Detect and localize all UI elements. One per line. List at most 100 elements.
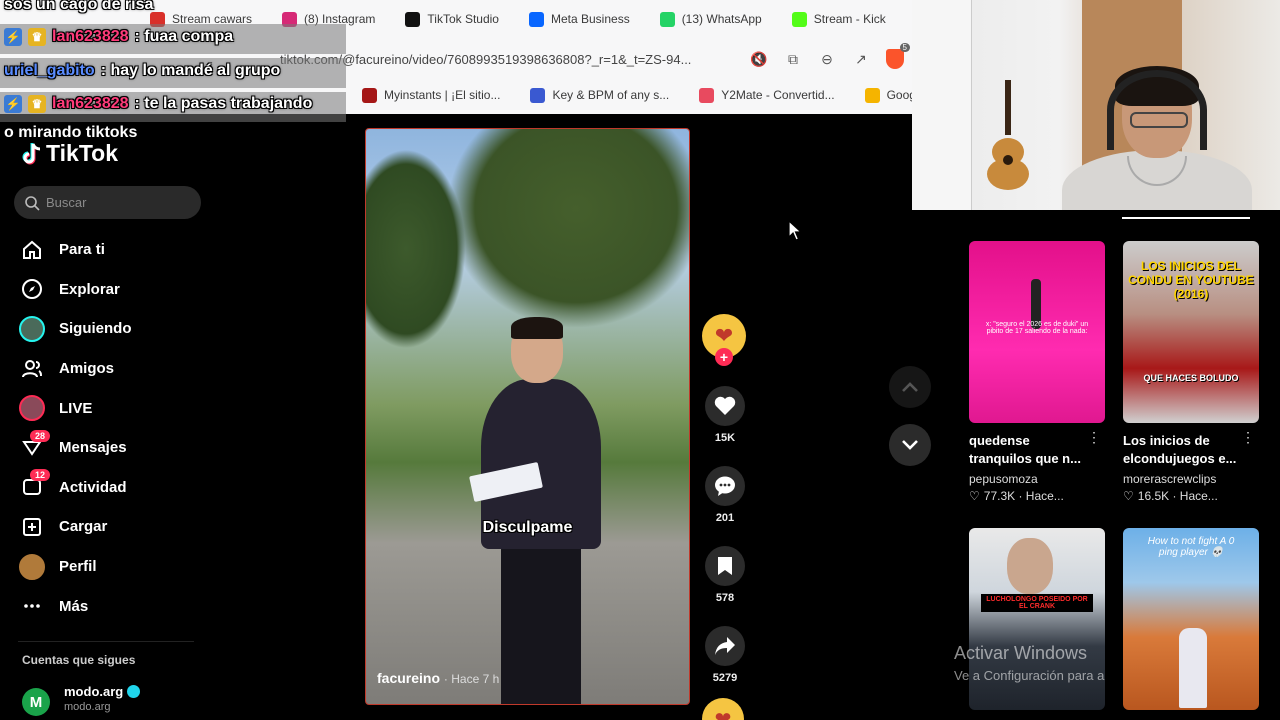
previous-video-button[interactable] [889, 366, 931, 408]
bookmark-item[interactable]: Y2Mate - Convertid... [699, 87, 835, 103]
bookmark-item[interactable]: Meta Business [528, 11, 630, 27]
bookmark-label: Meta Business [550, 12, 630, 26]
sidebar-item-cargar[interactable]: Cargar [18, 507, 198, 547]
video-caption: Disculpame [482, 519, 573, 536]
bookmark-favicon-icon [699, 87, 715, 103]
bookmark-favicon-icon [659, 11, 675, 27]
friends-icon [18, 355, 46, 383]
bookmark-item[interactable]: Google Kee [864, 87, 912, 103]
bookmark-item[interactable]: Myinstants | ¡El sitio... [362, 87, 500, 103]
sidebar-item-siguiendo[interactable]: Siguiendo [18, 309, 198, 349]
recommended-video[interactable]: LOS INICIOS DEL CONDU EN YOUTUBE (2016) … [1123, 241, 1259, 503]
webcam-fridge [912, 0, 972, 210]
comment-icon [715, 476, 735, 496]
open-external-icon[interactable]: ⧉ [776, 44, 810, 74]
account-handle: modo.arg [64, 701, 111, 713]
crown-badge-icon: ♛ [28, 95, 46, 113]
profile-avatar-icon [18, 553, 46, 581]
bookmark-favicon-icon [528, 11, 544, 27]
video-thumbnail: LOS INICIOS DEL CONDU EN YOUTUBE (2016) … [1123, 241, 1259, 423]
mute-icon[interactable]: 🔇 [742, 44, 776, 74]
notification-count-badge: 28 [30, 429, 51, 442]
url-field[interactable]: tiktok.com/@facureino/video/760899351939… [280, 52, 742, 67]
recommended-video[interactable]: How to not fight A 0 ping player 💀 [1123, 528, 1259, 710]
notification-count-badge: 12 [30, 469, 51, 482]
rec-title: quedense tranquilos que n... [969, 433, 1081, 466]
sidebar-item-label: Siguiendo [59, 320, 132, 338]
sidebar-item-label: Amigos [59, 360, 115, 378]
bookmark-label: Stream - Kick [813, 12, 886, 26]
video-player[interactable]: Disculpame facureino · Hace 7 h [365, 128, 690, 705]
rec-stats-text: 16.5K · Hace... [1137, 489, 1218, 503]
more-icon [18, 592, 46, 620]
rec-stats-text: 77.3K · Hace... [983, 489, 1064, 503]
sidebar-item-explorar[interactable]: Explorar [18, 270, 198, 310]
bookmark-item[interactable]: TikTok Studio [405, 11, 499, 27]
sidebar-item-para-ti[interactable]: Para ti [18, 230, 198, 270]
like-count: 15K [714, 432, 736, 444]
account-name: modo.arg [64, 684, 124, 699]
video-author-line[interactable]: facureino · Hace 7 h [377, 670, 499, 686]
account-avatar: M [22, 688, 50, 716]
sidebar-item-label: Actividad [59, 478, 127, 496]
music-disc-heart-icon: ❤ [714, 708, 732, 720]
messages-icon: 28 [18, 429, 51, 462]
sidebar-item-live[interactable]: LIVE [18, 388, 198, 428]
search-input[interactable]: Buscar [14, 186, 201, 219]
share-icon[interactable]: ↗ [844, 44, 878, 74]
sidebar-item-perfil[interactable]: Perfil [18, 547, 198, 587]
chevron-down-icon [902, 440, 918, 450]
share-arrow-icon [715, 637, 735, 655]
verified-icon [127, 685, 141, 698]
webcam-guitar [987, 80, 1029, 190]
crown-badge-icon: ♛ [28, 28, 46, 46]
search-icon [25, 195, 40, 211]
follow-button[interactable]: + [715, 348, 733, 366]
bookmark-favicon-icon [791, 11, 807, 27]
comment-button[interactable] [705, 466, 745, 506]
share-count: 5279 [712, 672, 738, 684]
sidebar-item-amigos[interactable]: Amigos [18, 349, 198, 389]
more-options-icon[interactable]: ⋮ [1087, 429, 1101, 446]
chat-text: : te la pasas trabajando [134, 95, 313, 112]
rec-title: Los inicios de elcondujuegos e... [1123, 433, 1237, 466]
brave-shield-icon[interactable] [878, 43, 912, 74]
chevron-up-icon [902, 382, 918, 392]
video-scene-tree [366, 149, 466, 349]
tiktok-logo[interactable]: TikTok [22, 140, 118, 167]
bookmark-item[interactable]: Stream - Kick [791, 11, 886, 27]
like-button[interactable] [705, 386, 745, 426]
windows-activation-watermark: Activar Windows Ve a Configuración para … [954, 643, 1104, 683]
save-button[interactable] [705, 546, 745, 586]
music-disc[interactable]: ❤ [702, 698, 744, 720]
sidebar-item-mensajes[interactable]: 28 Mensajes [18, 428, 198, 468]
chat-message: ⚡ ♛ lan623828 : te la pasas trabajando [4, 95, 312, 113]
bookmark-favicon-icon [864, 87, 880, 103]
bookmark-item[interactable]: (13) WhatsApp [659, 11, 762, 27]
bookmark-item[interactable]: Key & BPM of any s... [530, 87, 669, 103]
rec-author: pepusomoza [969, 472, 1038, 486]
thumb-text: LOS INICIOS DEL CONDU EN YOUTUBE (2016) [1128, 259, 1254, 301]
sidebar-item-actividad[interactable]: 12 Actividad [18, 468, 198, 508]
following-account[interactable]: M modo.arg modo.arg [22, 684, 141, 716]
video-thumbnail: How to not fight A 0 ping player 💀 [1123, 528, 1259, 710]
creator-avatar[interactable]: ❤ + [702, 314, 746, 366]
sidebar-item-label: Más [59, 597, 89, 615]
sidebar-item-más[interactable]: Más [18, 586, 198, 626]
sidebar-item-label: Mensajes [59, 439, 127, 457]
thumb-text: LUCHOLONGO POSEIDO POR EL CRANK [981, 594, 1093, 612]
chat-text: : fuaa compa [134, 28, 234, 45]
tiktok-note-icon [22, 142, 41, 164]
following-title: Cuentas que sigues [22, 653, 136, 667]
recommended-video[interactable]: x: "seguro el 2026 es de duki" un pibito… [969, 241, 1105, 503]
more-options-icon[interactable]: ⋮ [1241, 429, 1255, 446]
next-video-button[interactable] [889, 424, 931, 466]
share-button[interactable] [705, 626, 745, 666]
zoom-icon[interactable]: ⊖ [810, 44, 844, 74]
sidebar-divider [18, 641, 194, 642]
thumb-text: x: "seguro el 2026 es de duki" un pibito… [985, 321, 1089, 335]
activity-icon: 12 [18, 469, 51, 501]
chat-header-text: sos un cago de risa [4, 0, 154, 13]
thumb-face [1007, 538, 1053, 594]
upload-icon [18, 513, 46, 541]
